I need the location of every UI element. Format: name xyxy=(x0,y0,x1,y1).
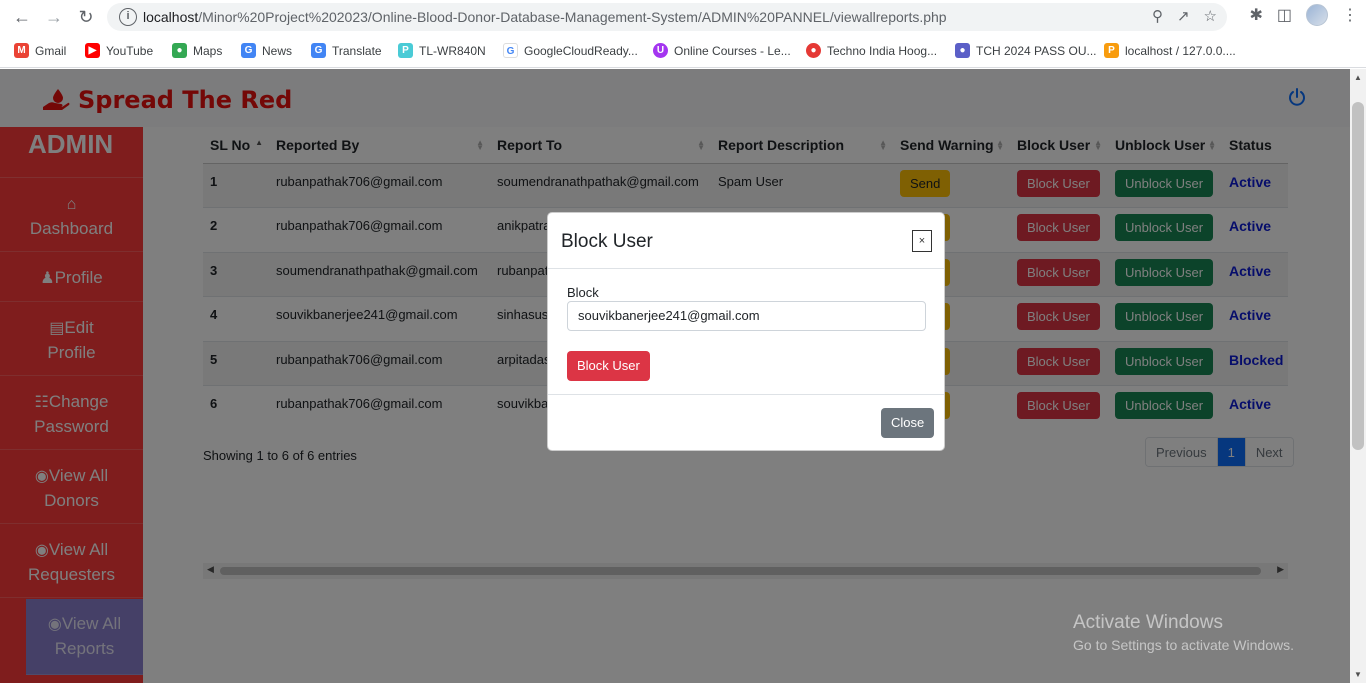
translate-icon: G xyxy=(311,43,326,58)
modal-close-icon[interactable]: × xyxy=(912,230,932,252)
divider xyxy=(548,268,944,269)
share-icon[interactable]: ↗ xyxy=(1177,7,1190,25)
profile-avatar[interactable] xyxy=(1306,4,1328,26)
group-icon: ● xyxy=(955,43,970,58)
extensions-icon[interactable]: ✱ xyxy=(1249,5,1262,25)
gmail-icon: M xyxy=(14,43,29,58)
google-icon: G xyxy=(503,43,518,58)
activate-windows-title: Activate Windows xyxy=(1073,612,1223,633)
menu-icon[interactable]: ⋮ xyxy=(1342,5,1358,25)
block-email-input[interactable]: souvikbanerjee241@gmail.com xyxy=(567,301,926,331)
url-text[interactable]: localhost/Minor%20Project%202023/Online-… xyxy=(143,9,947,25)
scroll-down-icon[interactable]: ▼ xyxy=(1354,670,1362,679)
block-field-label: Block xyxy=(567,285,599,300)
bookmark-news[interactable]: G News xyxy=(241,43,292,58)
back-arrow-icon[interactable]: ← xyxy=(10,5,34,29)
bookmark-techno[interactable]: ● Techno India Hoog... xyxy=(806,43,937,58)
reload-icon[interactable]: ↻ xyxy=(74,5,98,29)
side-panel-icon[interactable]: ◫ xyxy=(1277,5,1292,25)
browser-toolbar: ← → ↻ i localhost/Minor%20Project%202023… xyxy=(0,0,1366,34)
bookmark-localhost[interactable]: Plocalhost / 127.0.0.... xyxy=(1104,43,1236,58)
bookmark-translate[interactable]: G Translate xyxy=(311,43,382,58)
forward-arrow-icon[interactable]: → xyxy=(42,5,66,29)
address-bar[interactable]: i localhost/Minor%20Project%202023/Onlin… xyxy=(107,3,1227,31)
site-info-icon[interactable]: i xyxy=(119,8,137,26)
modal-close-button[interactable]: Close xyxy=(881,408,935,438)
tplink-icon: P xyxy=(398,43,413,58)
bookmark-courses[interactable]: U Online Courses - Le... xyxy=(653,43,791,58)
url-host: localhost xyxy=(143,9,199,25)
bookmark-maps[interactable]: ● Maps xyxy=(172,43,222,58)
bookmarks-bar: M Gmail ▶ YouTube ● Maps G News G Translate P… xyxy=(0,34,1366,68)
star-icon[interactable]: ☆ xyxy=(1204,7,1217,25)
bookmark-googlecloud[interactable]: G GoogleCloudReady... xyxy=(503,43,638,58)
url-path: /Minor%20Project%202023/Online-Blood-Don… xyxy=(198,9,947,25)
bookmark-gmail[interactable]: M Gmail xyxy=(14,43,66,58)
divider xyxy=(548,394,944,395)
zoom-icon[interactable]: ⚲ xyxy=(1152,7,1163,25)
bookmark-tplink[interactable]: P TL-WR840N xyxy=(398,43,486,58)
scroll-up-icon[interactable]: ▲ xyxy=(1354,73,1362,82)
bookmark-tch[interactable]: ● TCH 2024 PASS OU... xyxy=(955,43,1097,58)
phpmyadmin-icon: P xyxy=(1104,43,1119,58)
bookmark-youtube[interactable]: ▶ YouTube xyxy=(85,43,153,58)
news-icon: G xyxy=(241,43,256,58)
youtube-icon: ▶ xyxy=(85,43,100,58)
maps-icon: ● xyxy=(172,43,187,58)
techno-icon: ● xyxy=(806,43,821,58)
courses-icon: U xyxy=(653,43,668,58)
block-user-submit-button[interactable]: Block User xyxy=(567,351,650,381)
modal-title: Block User xyxy=(561,231,653,252)
vertical-scrollbar[interactable]: ▲ ▼ xyxy=(1350,69,1366,683)
activate-windows-subtitle: Go to Settings to activate Windows. xyxy=(1073,637,1294,653)
block-user-modal: Block User × Block souvikbanerjee241@gma… xyxy=(547,212,945,451)
scroll-thumb[interactable] xyxy=(1352,102,1364,450)
